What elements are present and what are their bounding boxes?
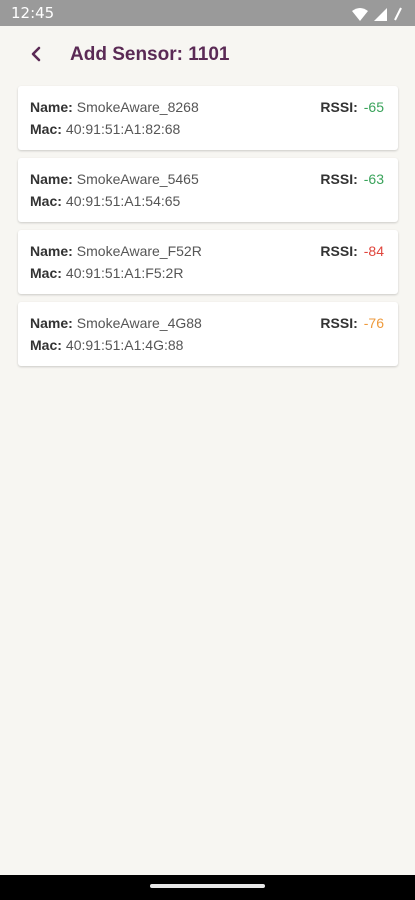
- name-row: Name: SmokeAware_4G88: [30, 315, 202, 331]
- mac-label: Mac:: [30, 337, 62, 353]
- name-label: Name:: [30, 99, 73, 115]
- name-row: Name: SmokeAware_5465: [30, 171, 199, 187]
- sensor-name: SmokeAware_F52R: [76, 243, 202, 259]
- sensor-mac: 40:91:51:A1:F5:2R: [65, 265, 184, 281]
- mac-row: Mac: 40:91:51:A1:82:68: [30, 121, 180, 137]
- wifi-icon: [352, 6, 368, 25]
- rssi-value: -76: [363, 315, 384, 331]
- name-label: Name:: [30, 243, 73, 259]
- chevron-left-icon: [30, 46, 42, 67]
- sensor-mac: 40:91:51:A1:82:68: [65, 121, 181, 137]
- sensor-name: SmokeAware_8268: [76, 99, 199, 115]
- status-icons: [352, 6, 403, 25]
- name-row: Name: SmokeAware_F52R: [30, 243, 202, 259]
- rssi: RSSI: -63: [320, 171, 384, 187]
- rssi-label: RSSI:: [320, 243, 358, 259]
- mac-label: Mac:: [30, 193, 62, 209]
- rssi-label: RSSI:: [320, 315, 358, 331]
- rssi-label: RSSI:: [320, 171, 358, 187]
- sensor-name: SmokeAware_5465: [76, 171, 199, 187]
- rssi-value: -84: [363, 243, 384, 259]
- sensor-card[interactable]: Name: SmokeAware_8268 Mac: 40:91:51:A1:82:…: [18, 86, 398, 150]
- name-label: Name:: [30, 171, 73, 187]
- navigation-bar: [0, 875, 415, 900]
- back-button[interactable]: [24, 44, 48, 68]
- sensor-mac: 40:91:51:A1:54:65: [65, 193, 181, 209]
- sensor-card[interactable]: Name: SmokeAware_5465 Mac: 40:91:51:A1:54:…: [18, 158, 398, 222]
- sensor-name: SmokeAware_4G88: [76, 315, 202, 331]
- sensor-mac: 40:91:51:A1:4G:88: [65, 337, 184, 353]
- page-title: Add Sensor: 1101: [70, 44, 230, 65]
- sensor-card[interactable]: Name: SmokeAware_4G88 Mac: 40:91:51:A1:4G:…: [18, 302, 398, 366]
- name-label: Name:: [30, 315, 73, 331]
- app-header: Add Sensor: 1101: [0, 26, 415, 84]
- rssi-value: -65: [363, 99, 384, 115]
- mac-row: Mac: 40:91:51:A1:54:65: [30, 193, 180, 209]
- rssi-value: -63: [363, 171, 384, 187]
- status-bar: 12:45: [0, 0, 415, 26]
- battery-icon: [393, 6, 403, 25]
- rssi-label: RSSI:: [320, 99, 358, 115]
- sensor-card[interactable]: Name: SmokeAware_F52R Mac: 40:91:51:A1:F5:…: [18, 230, 398, 294]
- rssi: RSSI: -76: [320, 315, 384, 331]
- sensor-list: Name: SmokeAware_8268 Mac: 40:91:51:A1:82:…: [18, 86, 398, 374]
- mac-row: Mac: 40:91:51:A1:4G:88: [30, 337, 183, 353]
- mac-label: Mac:: [30, 121, 62, 137]
- home-gesture-pill[interactable]: [150, 884, 265, 888]
- rssi: RSSI: -84: [320, 243, 384, 259]
- mac-label: Mac:: [30, 265, 62, 281]
- name-row: Name: SmokeAware_8268: [30, 99, 199, 115]
- status-time: 12:45: [11, 4, 55, 22]
- signal-icon: [374, 6, 387, 25]
- rssi: RSSI: -65: [320, 99, 384, 115]
- mac-row: Mac: 40:91:51:A1:F5:2R: [30, 265, 183, 281]
